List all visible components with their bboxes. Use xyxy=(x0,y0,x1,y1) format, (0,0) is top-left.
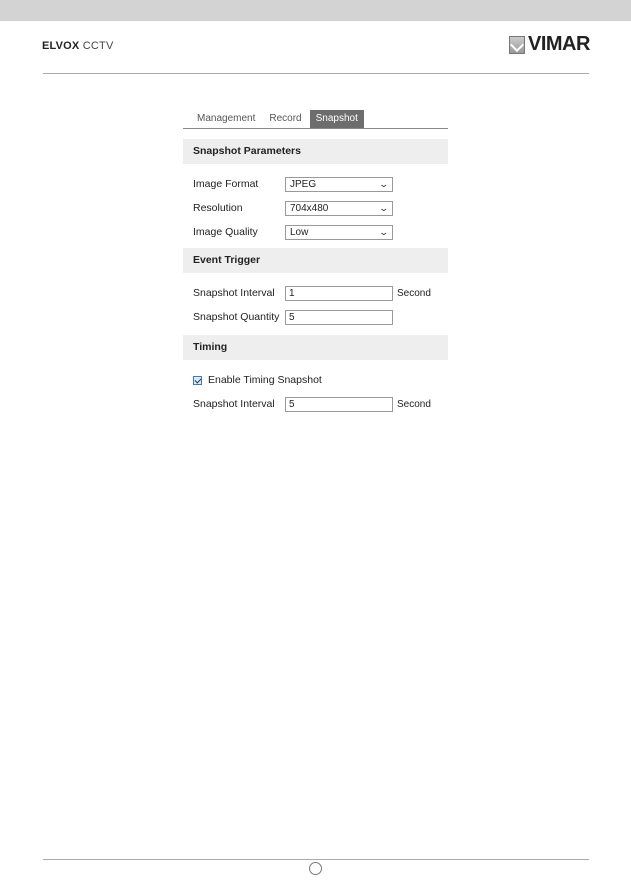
event-interval-input[interactable]: 1 xyxy=(285,285,393,301)
image-quality-label: Image Quality xyxy=(193,226,258,238)
image-quality-row: Image Quality Low ⌄ xyxy=(183,220,448,244)
event-interval-row: Snapshot Interval 1 Second xyxy=(183,281,448,305)
image-quality-select[interactable]: Low ⌄ xyxy=(285,224,393,240)
page-number-circle-icon xyxy=(309,862,322,875)
section-timing: Timing xyxy=(183,335,448,360)
vimar-logo-icon xyxy=(509,35,525,54)
brand-bold: ELVOX xyxy=(42,40,80,52)
image-format-select[interactable]: JPEG ⌄ xyxy=(285,176,393,192)
top-bar xyxy=(0,0,631,21)
image-format-value: JPEG xyxy=(290,178,317,190)
timing-interval-row: Snapshot Interval 5 Second xyxy=(183,392,448,416)
chevron-down-icon: ⌄ xyxy=(378,202,390,213)
event-quantity-row: Snapshot Quantity 5 xyxy=(183,305,448,329)
tab-record[interactable]: Record xyxy=(263,110,307,128)
timing-interval-unit: Second xyxy=(397,398,431,410)
enable-timing-label: Enable Timing Snapshot xyxy=(208,374,322,386)
event-interval-unit: Second xyxy=(397,287,431,299)
tab-bar: Management Record Snapshot xyxy=(183,110,448,129)
vimar-logo: VIMAR xyxy=(509,33,590,56)
tab-snapshot[interactable]: Snapshot xyxy=(309,110,364,128)
enable-timing-row: Enable Timing Snapshot xyxy=(183,368,448,392)
resolution-label: Resolution xyxy=(193,202,243,214)
timing-interval-label: Snapshot Interval xyxy=(193,398,275,410)
timing-interval-input[interactable]: 5 xyxy=(285,396,393,412)
image-quality-value: Low xyxy=(290,226,309,238)
resolution-value: 704x480 xyxy=(290,202,329,214)
image-format-row: Image Format JPEG ⌄ xyxy=(183,172,448,196)
footer-divider xyxy=(43,859,589,860)
elvox-cctv-brand: ELVOX CCTV xyxy=(42,40,114,52)
event-interval-label: Snapshot Interval xyxy=(193,287,275,299)
resolution-row: Resolution 704x480 ⌄ xyxy=(183,196,448,220)
event-quantity-input[interactable]: 5 xyxy=(285,309,393,325)
brand-light: CCTV xyxy=(82,40,114,52)
section-snapshot-parameters: Snapshot Parameters xyxy=(183,139,448,164)
section-event-trigger: Event Trigger xyxy=(183,248,448,273)
event-quantity-label: Snapshot Quantity xyxy=(193,311,280,323)
vimar-logo-text: VIMAR xyxy=(528,33,590,55)
chevron-down-icon: ⌄ xyxy=(378,226,390,237)
image-format-label: Image Format xyxy=(193,178,259,190)
enable-timing-checkbox[interactable] xyxy=(193,375,202,385)
header-divider xyxy=(43,73,589,74)
resolution-select[interactable]: 704x480 ⌄ xyxy=(285,200,393,216)
chevron-down-icon: ⌄ xyxy=(378,178,390,189)
snapshot-settings-panel: Management Record Snapshot Snapshot Para… xyxy=(183,110,448,416)
tab-management[interactable]: Management xyxy=(191,110,261,128)
